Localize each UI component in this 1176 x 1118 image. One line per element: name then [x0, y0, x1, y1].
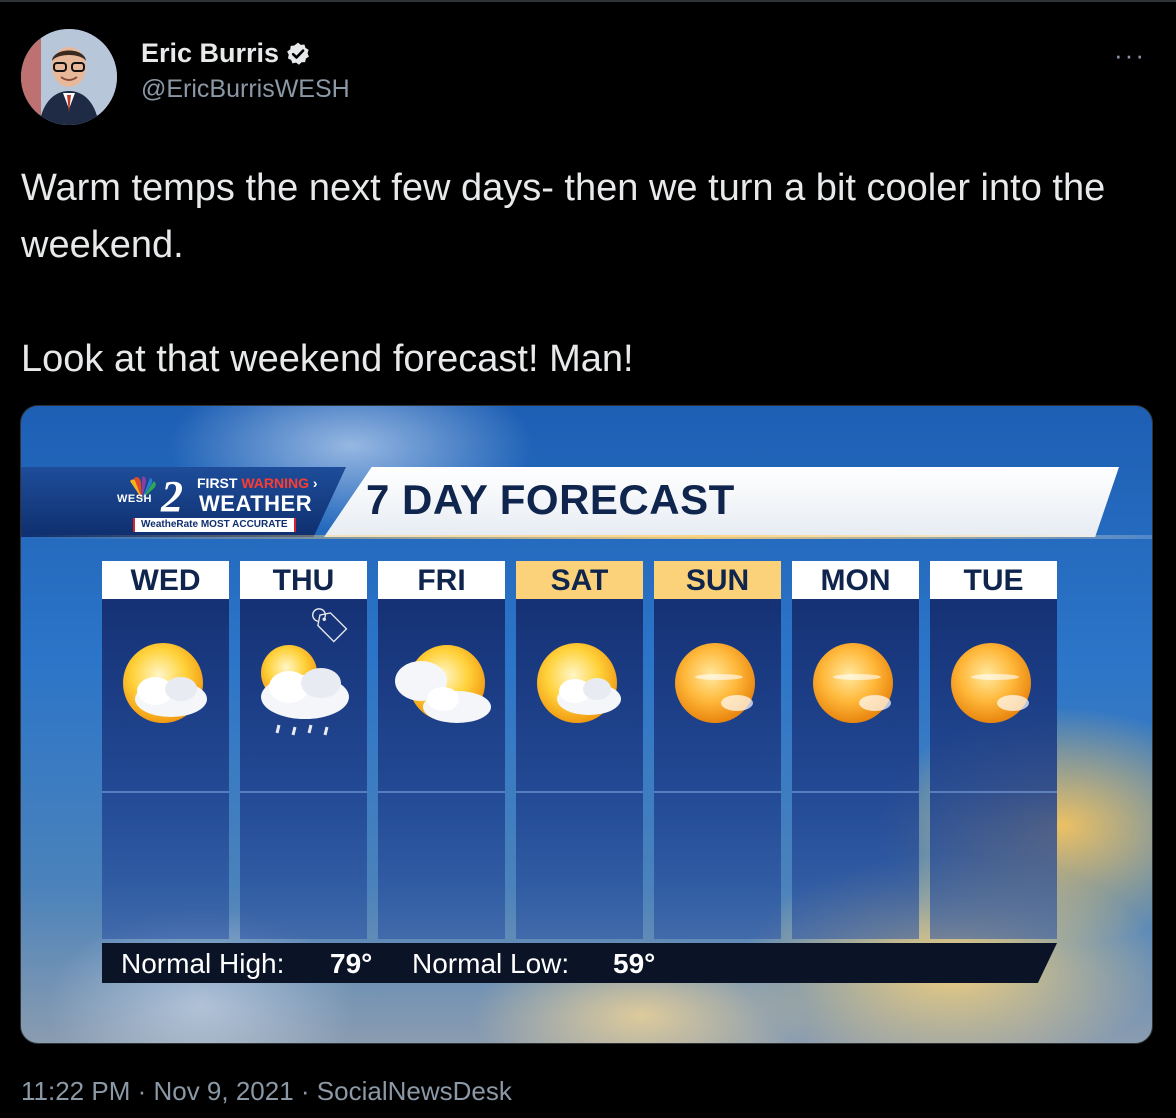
normal-high-value: 79°	[330, 948, 373, 979]
day-divider	[930, 791, 1057, 793]
brand-warning: WARNING	[241, 475, 310, 491]
day-label: TUE	[930, 561, 1057, 599]
day-divider	[654, 791, 781, 793]
day-column-tue: TUE	[930, 561, 1057, 939]
day-column-mon: MON	[792, 561, 919, 939]
day-label: SAT	[516, 561, 643, 599]
normal-high-label: Normal High:	[121, 948, 285, 979]
tweet-text-paragraph-1: Warm temps the next few days- then we tu…	[21, 167, 1106, 266]
partly-cloudy-icon	[123, 643, 207, 723]
author-name-row: Eric Burris	[141, 38, 350, 69]
day-label: THU	[240, 561, 367, 599]
author-avatar[interactable]	[21, 29, 117, 125]
tweet-media-image[interactable]: WESH 2 FIRST WARNING › WEATHER WeatheRat…	[20, 405, 1153, 1044]
day-body	[378, 599, 505, 939]
day-column-wed: WED	[102, 561, 229, 939]
day-label: MON	[792, 561, 919, 599]
author-block: Eric Burris @EricBurrisWESH	[141, 38, 350, 104]
channel-number: 2	[161, 472, 183, 521]
day-body	[102, 599, 229, 939]
brand-weather: WEATHER	[199, 491, 313, 516]
tweet-text: Warm temps the next few days- then we tu…	[21, 160, 1141, 388]
day-divider	[516, 791, 643, 793]
day-label: SUN	[654, 561, 781, 599]
day-divider	[240, 791, 367, 793]
forecast-title: 7 DAY FORECAST	[366, 476, 735, 523]
sunny-icon	[675, 643, 755, 723]
partly-cloudy-icon	[395, 645, 491, 723]
brand-first: FIRST	[197, 475, 238, 491]
day-body	[240, 599, 367, 939]
station-brand-block: WESH 2 FIRST WARNING › WEATHER WeatheRat…	[21, 467, 346, 537]
top-divider	[0, 0, 1176, 2]
day-column-fri: FRI	[378, 561, 505, 939]
tweet-text-paragraph-2: Look at that weekend forecast! Man!	[21, 338, 634, 380]
normal-low-value: 59°	[613, 948, 656, 979]
station-call-letters: WESH	[117, 493, 152, 505]
verified-badge-icon	[287, 42, 310, 65]
dog-tags-emoji-icon: 🏷	[308, 607, 352, 645]
day-label: FRI	[378, 561, 505, 599]
tweet-timestamp[interactable]: 11:22 PM · Nov 9, 2021 · SocialNewsDesk	[21, 1076, 512, 1107]
author-name[interactable]: Eric Burris	[141, 38, 279, 69]
day-label: WED	[102, 561, 229, 599]
normal-low-label: Normal Low:	[412, 948, 570, 979]
day-body	[792, 599, 919, 939]
day-body	[654, 599, 781, 939]
day-body	[930, 599, 1057, 939]
brand-rating: WeatheRate MOST ACCURATE	[133, 518, 296, 532]
cloudy-showers-icon	[261, 645, 349, 736]
sunny-icon	[813, 643, 893, 723]
day-column-sun: SUN	[654, 561, 781, 939]
partly-cloudy-icon	[537, 643, 621, 723]
title-underline	[21, 535, 1152, 539]
day-column-sat: SAT	[516, 561, 643, 939]
sunny-icon	[951, 643, 1031, 723]
day-body	[516, 599, 643, 939]
more-horizontal-icon[interactable]: ···	[1114, 40, 1146, 71]
forecast-days: WED THU FRI SAT SUN MON TUE	[102, 561, 1062, 946]
day-divider	[102, 791, 229, 793]
day-divider	[792, 791, 919, 793]
day-divider	[378, 791, 505, 793]
author-handle[interactable]: @EricBurrisWESH	[141, 75, 350, 104]
normals-bar: Normal High: 79° Normal Low: 59°	[102, 943, 1057, 983]
brand-first-warning: FIRST WARNING ›	[197, 475, 318, 491]
avatar-portrait-icon	[21, 29, 117, 125]
